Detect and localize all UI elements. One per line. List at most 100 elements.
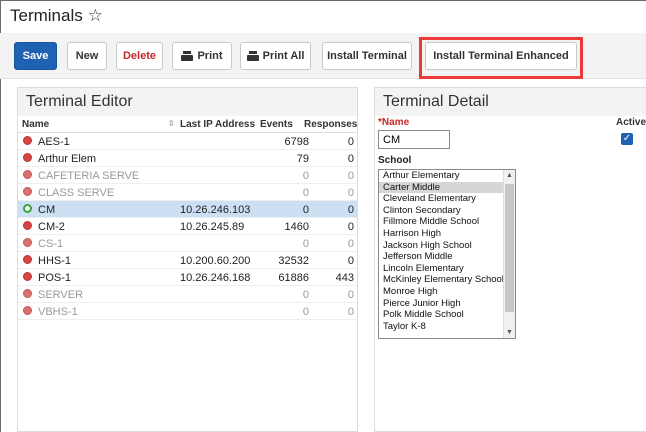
name-input[interactable] <box>378 130 450 149</box>
scroll-thumb[interactable] <box>505 184 514 312</box>
print-button[interactable]: Print <box>172 42 232 70</box>
cell-events: 0 <box>302 187 309 199</box>
active-label: Active <box>616 117 646 128</box>
delete-button[interactable]: Delete <box>116 42 163 70</box>
cell-ip: 10.26.246.168 <box>180 272 251 284</box>
cell-name: VBHS-1 <box>38 306 78 318</box>
cell-name: Arthur Elem <box>38 153 97 165</box>
cell-responses: 0 <box>347 221 354 233</box>
cell-ip: 10.26.245.89 <box>180 221 245 233</box>
list-item[interactable]: Fillmore Middle School <box>379 216 515 228</box>
cell-events: 32532 <box>278 255 309 267</box>
cell-responses: 0 <box>347 170 354 182</box>
cell-events: 79 <box>296 153 309 165</box>
list-item[interactable]: Clinton Secondary <box>379 205 515 217</box>
school-listbox[interactable]: Arthur Elementary Carter Middle Clevelan… <box>378 169 516 339</box>
cell-responses: 0 <box>347 289 354 301</box>
delete-label: Delete <box>122 50 157 62</box>
list-item[interactable]: Harrison High <box>379 228 515 240</box>
cell-events: 0 <box>302 306 309 318</box>
cell-name: CAFETERIA SERVE <box>38 170 140 182</box>
cell-name: CS-1 <box>38 238 64 250</box>
list-item[interactable]: Cleveland Elementary <box>379 193 515 205</box>
school-label: School <box>378 155 412 166</box>
col-ip[interactable]: Last IP Address <box>180 119 255 130</box>
install-terminal-label: Install Terminal <box>327 50 407 62</box>
table-row[interactable]: SERVER 0 0 <box>18 286 357 303</box>
listbox-scrollbar[interactable]: ▲ ▼ <box>503 170 515 338</box>
table-row[interactable]: Arthur Elem 79 0 <box>18 150 357 167</box>
terminal-editor-title: Terminal Editor <box>18 88 357 116</box>
cell-name: CM <box>38 204 56 216</box>
list-item[interactable]: Lincoln Elementary <box>379 263 515 275</box>
list-item[interactable]: Polk Middle School <box>379 309 515 321</box>
sort-icon[interactable]: ⇳ <box>168 119 175 128</box>
scroll-up-icon[interactable]: ▲ <box>506 172 513 179</box>
table-row[interactable]: CS-1 0 0 <box>18 235 357 252</box>
save-label: Save <box>22 50 49 62</box>
printer-icon <box>181 51 194 61</box>
cell-events: 0 <box>302 289 309 301</box>
table-row[interactable]: VBHS-1 0 0 <box>18 303 357 320</box>
cell-responses: 0 <box>347 136 354 148</box>
status-inactive-icon <box>23 289 32 298</box>
status-error-icon <box>23 221 32 230</box>
list-item[interactable]: Arthur Elementary <box>379 170 515 182</box>
cell-name: CM-2 <box>38 221 65 233</box>
col-responses[interactable]: Responses <box>304 119 357 130</box>
status-inactive-icon <box>23 170 32 179</box>
cell-name: HHS-1 <box>38 255 72 267</box>
cell-events: 0 <box>302 238 309 250</box>
cell-events: 1460 <box>284 221 309 233</box>
cell-events: 6798 <box>284 136 309 148</box>
table-row[interactable]: CAFETERIA SERVE 0 0 <box>18 167 357 184</box>
print-all-button[interactable]: Print All <box>240 42 311 70</box>
cell-events: 0 <box>302 204 309 216</box>
cell-name: SERVER <box>38 289 84 301</box>
new-button[interactable]: New <box>67 42 107 70</box>
cell-responses: 0 <box>347 238 354 250</box>
cell-events: 61886 <box>278 272 309 284</box>
active-checkbox[interactable]: ✓ <box>621 133 633 145</box>
list-item[interactable]: Monroe High <box>379 286 515 298</box>
status-inactive-icon <box>23 187 32 196</box>
list-item[interactable]: Jackson High School <box>379 240 515 252</box>
terminal-detail-title: Terminal Detail <box>375 88 646 116</box>
table-row[interactable]: HHS-1 10.200.60.200 32532 0 <box>18 252 357 269</box>
cell-events: 0 <box>302 170 309 182</box>
cell-ip: 10.200.60.200 <box>180 255 251 267</box>
cell-responses: 0 <box>347 255 354 267</box>
status-error-icon <box>23 255 32 264</box>
table-row[interactable]: AES-1 6798 0 <box>18 133 357 150</box>
list-item[interactable]: Taylor K-8 <box>379 321 515 333</box>
cell-name: CLASS SERVE <box>38 187 115 199</box>
print-all-label: Print All <box>262 50 305 62</box>
list-item[interactable]: Pierce Junior High <box>379 298 515 310</box>
cell-responses: 0 <box>347 306 354 318</box>
status-inactive-icon <box>23 306 32 315</box>
terminal-editor-panel: Terminal Editor Name ⇳ Last IP Address E… <box>17 87 358 432</box>
new-label: New <box>75 50 99 62</box>
star-icon[interactable]: ☆ <box>88 6 103 26</box>
col-events[interactable]: Events <box>260 119 293 130</box>
table-row-selected[interactable]: CM 10.26.246.103 0 0 <box>18 201 357 218</box>
status-error-icon <box>23 153 32 162</box>
table-row[interactable]: CLASS SERVE 0 0 <box>18 184 357 201</box>
cell-responses: 0 <box>347 187 354 199</box>
list-item-selected[interactable]: Carter Middle <box>379 181 515 194</box>
list-item[interactable]: Jefferson Middle <box>379 251 515 263</box>
name-label: *Name <box>378 117 410 128</box>
status-active-icon <box>23 204 32 213</box>
col-name[interactable]: Name <box>22 119 49 130</box>
print-label: Print <box>197 50 223 62</box>
status-error-icon <box>23 136 32 145</box>
highlight-box <box>419 37 583 79</box>
cell-name: AES-1 <box>38 136 70 148</box>
table-row[interactable]: CM-2 10.26.245.89 1460 0 <box>18 218 357 235</box>
scroll-down-icon[interactable]: ▼ <box>506 329 513 336</box>
cell-responses: 0 <box>347 204 354 216</box>
table-row[interactable]: POS-1 10.26.246.168 61886 443 <box>18 269 357 286</box>
install-terminal-button[interactable]: Install Terminal <box>322 42 412 70</box>
save-button[interactable]: Save <box>14 42 57 70</box>
list-item[interactable]: McKinley Elementary School <box>379 274 515 286</box>
